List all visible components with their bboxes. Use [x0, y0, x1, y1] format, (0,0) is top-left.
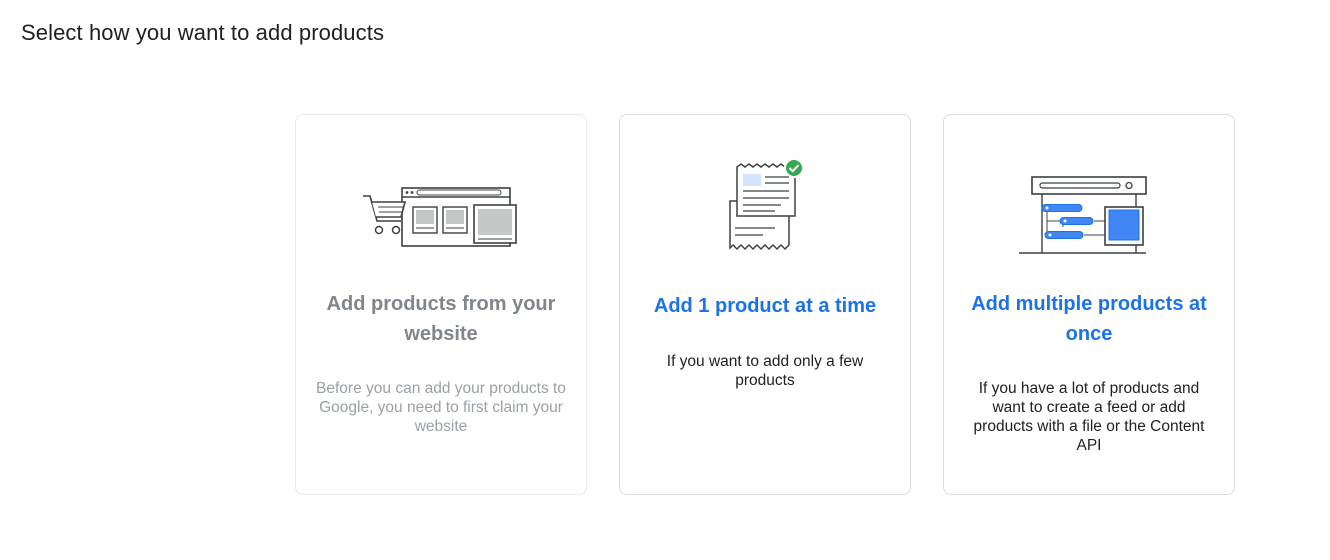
card-title: Add 1 product at a time [653, 295, 877, 317]
add-multiple-products-card[interactable]: Add multiple products at once If you hav… [943, 114, 1235, 495]
single-product-document-illustration [620, 155, 910, 265]
product-feed-illustration [944, 155, 1234, 265]
card-title: Add products from your website [326, 293, 556, 345]
page-title: Select how you want to add products [21, 20, 385, 45]
shopping-website-illustration [296, 155, 586, 265]
card-description: If you have a lot of products and want t… [973, 380, 1205, 454]
add-from-website-card: Add products from your website Before yo… [295, 114, 587, 495]
card-description: Before you can add your products to Goog… [316, 380, 566, 435]
card-description: If you want to add only a few products [666, 353, 864, 389]
add-single-product-card[interactable]: Add 1 product at a time If you want to a… [619, 114, 911, 495]
card-title: Add multiple products at once [971, 293, 1207, 345]
